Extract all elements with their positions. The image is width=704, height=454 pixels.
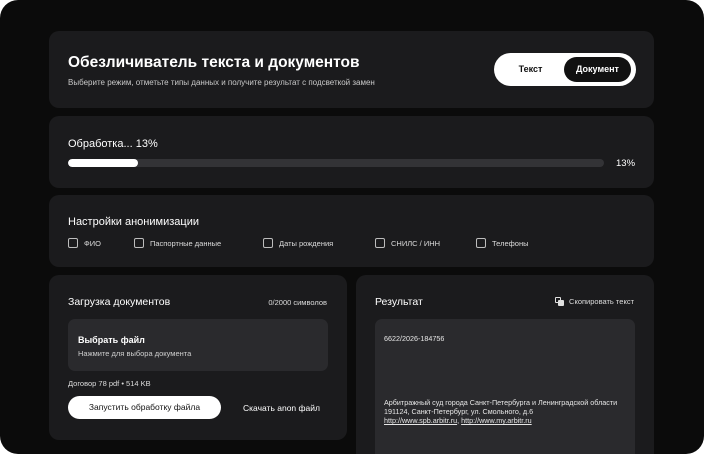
copy-text-button[interactable]: Скопировать текст [555,297,634,306]
checkbox-label: Паспортные данные [150,238,222,248]
header-card: Обезличиватель текста и документов Выбер… [49,31,654,108]
copy-icon [555,297,565,306]
result-link-my[interactable]: http://www.my.arbitr.ru [461,416,532,425]
checkbox-snils-inn[interactable]: СНИЛС / ИНН [375,238,440,248]
settings-title: Настройки анонимизации [68,216,199,228]
checkbox-box[interactable] [68,238,78,248]
checkbox-birthdate[interactable]: Даты рождения [263,238,333,248]
progress-card: Обработка... 13% 13% [49,116,654,188]
checkbox-box[interactable] [134,238,144,248]
result-case-number: 6622/2026-184756 [384,334,445,343]
checkbox-label: СНИЛС / ИНН [391,238,441,248]
checkbox-phones[interactable]: Телефоны [476,238,529,248]
result-court-name: Арбитражный суд города Санкт-Петербурга … [384,398,618,407]
page-subtitle: Выберите режим, отметьте типы данных и п… [68,78,375,87]
checkbox-box[interactable] [375,238,385,248]
file-dropzone[interactable]: Выбрать файл Нажмите для выбора документ… [68,319,328,371]
character-counter: 0/2000 символов [268,298,327,307]
result-link-separator: , [457,416,460,425]
selected-file-info: Договор 78 pdf • 514 KB [68,379,151,388]
progress-label: Обработка... 13% [68,138,158,150]
checkbox-box[interactable] [476,238,486,248]
checkbox-passport[interactable]: Паспортные данные [134,238,221,248]
upload-title: Загрузка документов [68,296,171,308]
mode-toggle: Текст Документ [494,53,636,86]
start-processing-button[interactable]: Запустить обработку файла [68,396,221,419]
checkbox-label: Даты рождения [279,238,334,248]
checkbox-label: ФИО [84,238,101,248]
result-address: 191124, Санкт-Петербург, ул. Смольного, … [384,407,534,416]
page-title: Обезличиватель текста и документов [68,54,360,71]
result-output[interactable]: 6622/2026-184756 Арбитражный суд города … [375,319,635,454]
checkbox-label: Телефоны [492,238,529,248]
progress-bar-fill [68,159,138,167]
progress-bar [68,159,604,167]
checkbox-fio[interactable]: ФИО [68,238,101,248]
anonymization-settings-card: Настройки анонимизации ФИО Паспортные да… [49,195,654,267]
upload-card: Загрузка документов 0/2000 символов Выбр… [49,275,347,440]
app-window: Обезличиватель текста и документов Выбер… [0,0,704,454]
mode-document-option[interactable]: Документ [564,57,631,82]
copy-label: Скопировать текст [569,297,634,306]
result-card: Результат Скопировать текст 6622/2026-18… [356,275,654,454]
result-links: http://www.spb.arbitr.ru, http://www.my.… [384,416,532,425]
mode-text-option[interactable]: Текст [498,57,563,82]
dropzone-title: Выбрать файл [78,335,145,345]
progress-percent: 13% [616,158,636,169]
result-title: Результат [375,296,423,308]
checkbox-box[interactable] [263,238,273,248]
download-anon-file-button[interactable]: Скачать anon файл [243,403,320,413]
dropzone-hint: Нажмите для выбора документа [78,349,192,358]
result-link-spb[interactable]: http://www.spb.arbitr.ru [384,416,457,425]
